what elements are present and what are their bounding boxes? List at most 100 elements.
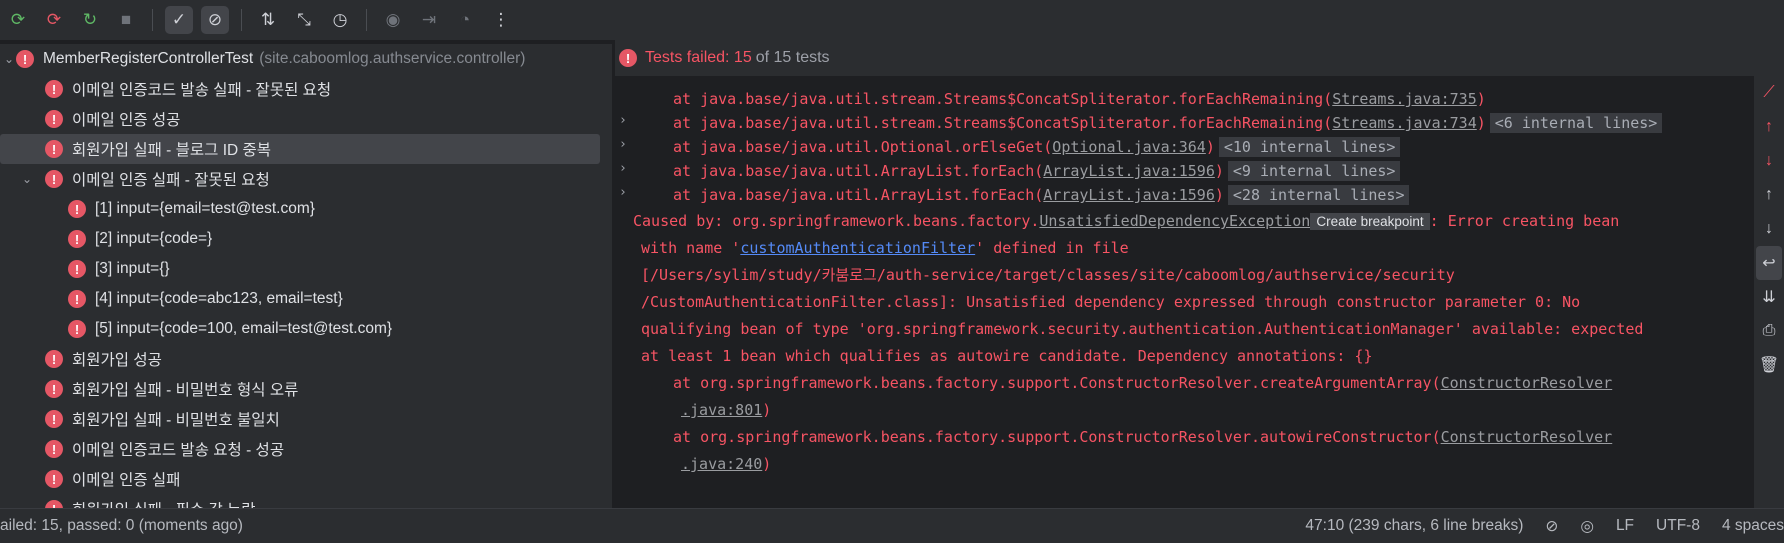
- tree-root-package: (site.caboomlog.authservice.controller): [259, 50, 526, 67]
- chevron-down-icon[interactable]: ⌄: [2, 52, 16, 66]
- caret-position[interactable]: 47:10 (239 chars, 6 line breaks): [1305, 517, 1523, 535]
- tree-item[interactable]: ! [1] input={email=test@test.com}: [0, 194, 612, 224]
- create-breakpoint-tooltip[interactable]: Create breakpoint: [1310, 213, 1430, 230]
- tree-item[interactable]: ! 이메일 인증 성공: [0, 104, 612, 134]
- tree-item[interactable]: ! [2] input={code=}: [0, 224, 612, 254]
- console-line: at java.base/java.util.Optional.orElseGe…: [673, 134, 1401, 160]
- readonly-toggle-icon[interactable]: ⊘: [1545, 517, 1558, 536]
- tree-item-label: 이메일 인증 실패: [72, 472, 181, 489]
- tree-item-label: [5] input={code=100, email=test@test.com…: [95, 320, 393, 337]
- sort-icon[interactable]: ⇅: [254, 6, 282, 34]
- tree-item-label: 회원가입 성공: [72, 352, 162, 369]
- screenshot-icon[interactable]: ◉: [379, 6, 407, 34]
- source-link[interactable]: Streams.java:735: [1332, 90, 1477, 108]
- more-icon[interactable]: ⋮: [487, 6, 515, 34]
- internal-lines-fold[interactable]: <9 internal lines>: [1227, 161, 1401, 181]
- trash-icon[interactable]: 🗑: [1754, 348, 1784, 382]
- toggle-auto-test-icon[interactable]: ↻: [76, 6, 104, 34]
- error-icon: !: [45, 110, 63, 128]
- tree-item[interactable]: ! [5] input={code=100, email=test@test.co…: [0, 314, 612, 344]
- rerun-failed-icon[interactable]: ⟳: [40, 6, 68, 34]
- bean-link[interactable]: customAuthenticationFilter: [740, 239, 975, 257]
- console-line: .java:801): [681, 401, 772, 419]
- source-link[interactable]: .java:240: [681, 455, 762, 473]
- print-icon[interactable]: ⎙: [1754, 314, 1784, 348]
- tree-root[interactable]: ⌄ ! MemberRegisterControllerTest (site.c…: [0, 44, 612, 74]
- coverage-icon[interactable]: ◔: [451, 6, 479, 34]
- error-icon: !: [45, 410, 63, 428]
- tree-item[interactable]: ! [3] input={}: [0, 254, 612, 284]
- source-link[interactable]: ConstructorResolver: [1441, 428, 1613, 446]
- console-line: [/Users/sylim/study/카붐로그/auth-service/ta…: [641, 266, 1455, 284]
- tree-item[interactable]: ! 이메일 인증코드 발송 실패 - 잘못된 요청: [0, 74, 612, 104]
- tree-item-label: [1] input={email=test@test.com}: [95, 200, 315, 217]
- tree-item-label: [4] input={code=abc123, email=test}: [95, 290, 343, 307]
- console-line: at org.springframework.beans.factory.sup…: [673, 374, 1613, 392]
- scroll-to-end-icon[interactable]: ⇊: [1754, 280, 1784, 314]
- stop-icon[interactable]: ■: [112, 6, 140, 34]
- show-passed-icon[interactable]: ✓: [165, 6, 193, 34]
- tree-item-label: 이메일 인증코드 발송 요청 - 성공: [72, 442, 285, 459]
- tree-item-label: 이메일 인증코드 발송 실패 - 잘못된 요청: [72, 82, 332, 99]
- test-status-text[interactable]: ailed: 15, passed: 0 (moments ago): [0, 517, 243, 535]
- tree-item[interactable]: ! 회원가입 실패 - 비밀번호 불일치: [0, 404, 612, 434]
- chevron-right-icon[interactable]: ›: [619, 113, 627, 128]
- console-output[interactable]: at java.base/java.util.stream.Streams$Co…: [615, 80, 1754, 508]
- tree-item-label: 회원가입 실패 - 비밀번호 불일치: [72, 412, 280, 429]
- internal-lines-fold[interactable]: <6 internal lines>: [1489, 113, 1663, 133]
- import-icon[interactable]: ⇥: [415, 6, 443, 34]
- source-link[interactable]: ArrayList.java:1596: [1043, 186, 1215, 204]
- source-link[interactable]: ConstructorResolver: [1441, 374, 1613, 392]
- down-arrow-icon[interactable]: ↓: [1754, 212, 1784, 246]
- tree-item[interactable]: ! 회원가입 실패 - 비밀번호 형식 오류: [0, 374, 612, 404]
- source-link[interactable]: ArrayList.java:1596: [1043, 162, 1215, 180]
- line-separator[interactable]: LF: [1616, 517, 1634, 535]
- chevron-right-icon[interactable]: ›: [619, 161, 627, 176]
- file-encoding[interactable]: UTF-8: [1656, 517, 1700, 535]
- tree-item[interactable]: ! 회원가입 성공: [0, 344, 612, 374]
- exception-link[interactable]: UnsatisfiedDependencyException: [1039, 212, 1310, 230]
- toolbar-divider: [366, 9, 367, 31]
- internal-lines-fold[interactable]: <10 internal lines>: [1218, 137, 1401, 157]
- show-ignored-icon[interactable]: ⊘: [201, 6, 229, 34]
- console-line: at java.base/java.util.stream.Streams$Co…: [673, 90, 1486, 108]
- collapse-icon[interactable]: ⤡: [290, 6, 318, 34]
- tree-root-label: MemberRegisterControllerTest: [43, 50, 254, 67]
- up-arrow-icon[interactable]: ↑: [1754, 178, 1784, 212]
- tree-item[interactable]: ! 이메일 인증 실패: [0, 464, 612, 494]
- chevron-down-icon[interactable]: ⌄: [20, 172, 34, 186]
- error-icon: !: [16, 50, 34, 68]
- source-link[interactable]: Streams.java:734: [1332, 114, 1477, 132]
- clear-errors-icon[interactable]: ⟋: [1754, 76, 1784, 110]
- soft-wrap-icon[interactable]: ↩: [1756, 246, 1782, 280]
- error-icon: !: [68, 320, 86, 338]
- tree-item-label: 이메일 인증 성공: [72, 112, 181, 129]
- tree-item[interactable]: ! 이메일 인증코드 발송 요청 - 성공: [0, 434, 612, 464]
- console-line: at org.springframework.beans.factory.sup…: [673, 428, 1613, 446]
- tree-item[interactable]: ! [4] input={code=abc123, email=test}: [0, 284, 612, 314]
- history-icon[interactable]: ◷: [326, 6, 354, 34]
- chevron-right-icon[interactable]: ›: [619, 137, 627, 152]
- error-icon: !: [45, 380, 63, 398]
- console-line: Caused by: org.springframework.beans.fac…: [633, 212, 1620, 230]
- tree-item[interactable]: ! 회원가입 실패 - 필수 값 누락: [0, 494, 612, 508]
- toolbar-divider: [152, 9, 153, 31]
- results-total: of 15 tests: [755, 49, 830, 66]
- rerun-icon[interactable]: ⟳: [4, 6, 32, 34]
- error-icon: !: [68, 290, 86, 308]
- internal-lines-fold[interactable]: <28 internal lines>: [1227, 185, 1410, 205]
- chevron-right-icon[interactable]: ›: [619, 185, 627, 200]
- test-tree: ⌄ ! MemberRegisterControllerTest (site.c…: [0, 44, 612, 508]
- error-icon: !: [45, 470, 63, 488]
- indent-setting[interactable]: 4 spaces: [1722, 517, 1784, 535]
- source-link[interactable]: Optional.java:364: [1052, 138, 1206, 156]
- next-error-icon[interactable]: ↓: [1754, 144, 1784, 178]
- tree-item-label: 회원가입 실패 - 필수 값 누락: [72, 498, 256, 508]
- tree-item-group[interactable]: ⌄ ! 이메일 인증 실패 - 잘못된 요청: [0, 164, 612, 194]
- source-link[interactable]: .java:801: [681, 401, 762, 419]
- status-bar: ailed: 15, passed: 0 (moments ago) 47:10…: [0, 508, 1784, 543]
- previous-error-icon[interactable]: ↑: [1754, 110, 1784, 144]
- console-line: with name 'customAuthenticationFilter' d…: [641, 239, 1129, 257]
- tree-item-selected[interactable]: ! 회원가입 실패 - 블로그 ID 중복: [0, 134, 600, 164]
- inspection-icon[interactable]: ◎: [1580, 517, 1594, 536]
